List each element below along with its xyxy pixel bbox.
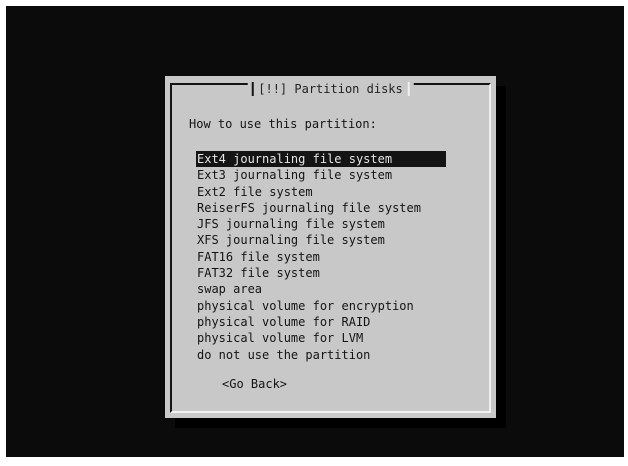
title-right-bar — [407, 82, 410, 96]
filesystem-options-list: Ext4 journaling file system Ext3 journal… — [196, 151, 446, 363]
installer-screen: [!!] Partition disks How to use this par… — [6, 6, 624, 457]
go-back-button[interactable]: <Go Back> — [222, 377, 287, 391]
dialog-title-bar: [!!] Partition disks — [247, 82, 414, 96]
dialog-title: [!!] Partition disks — [258, 82, 403, 96]
option-ext4[interactable]: Ext4 journaling file system — [196, 151, 446, 168]
option-fat32[interactable]: FAT32 file system — [196, 265, 446, 281]
option-ext2[interactable]: Ext2 file system — [196, 184, 446, 200]
option-encryption-volume[interactable]: physical volume for encryption — [196, 298, 446, 314]
option-reiserfs[interactable]: ReiserFS journaling file system — [196, 200, 446, 216]
option-xfs[interactable]: XFS journaling file system — [196, 232, 446, 248]
option-raid-volume[interactable]: physical volume for RAID — [196, 314, 446, 330]
dialog-prompt: How to use this partition: — [189, 117, 377, 131]
dialog-frame: [!!] Partition disks How to use this par… — [170, 82, 491, 413]
partition-dialog: [!!] Partition disks How to use this par… — [165, 76, 496, 418]
option-do-not-use[interactable]: do not use the partition — [196, 347, 446, 363]
option-swap[interactable]: swap area — [196, 281, 446, 297]
option-lvm-volume[interactable]: physical volume for LVM — [196, 330, 446, 346]
option-jfs[interactable]: JFS journaling file system — [196, 216, 446, 232]
option-fat16[interactable]: FAT16 file system — [196, 249, 446, 265]
option-ext3[interactable]: Ext3 journaling file system — [196, 167, 446, 183]
